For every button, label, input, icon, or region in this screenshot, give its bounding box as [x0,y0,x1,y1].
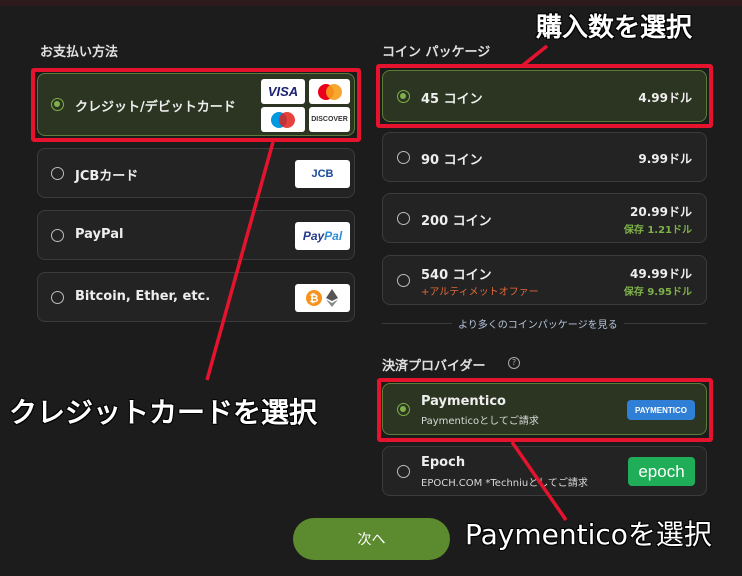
payment-option-label: Bitcoin, Ether, etc. [75,289,211,304]
radio-off-icon[interactable] [51,291,64,304]
coin-package-label: 90 コイン [421,153,483,168]
coin-packages-title: コイン パッケージ [382,45,491,60]
radio-off-icon[interactable] [51,229,64,242]
paypal-logo-icon: PayPal [295,222,350,250]
payment-option-label: PayPal [75,227,124,242]
coin-package-price: 9.99ドル [638,152,692,166]
svg-text:₿: ₿ [309,292,318,305]
callout-line-quantity [520,44,549,68]
paypal-logo-part: Pay [302,229,325,243]
provider-paymentico[interactable]: Paymentico Paymenticoとしてご請求 PAYMENTICO [382,383,707,435]
epoch-logo-icon: epoch [628,457,695,486]
more-packages-link[interactable]: より多くのコインパッケージを見る [452,316,624,331]
payment-methods-title: お支払い方法 [40,45,119,60]
radio-off-icon[interactable] [397,465,410,478]
payment-option-label: クレジット/デビットカード [75,100,236,115]
providers-title: 決済プロバイダー [382,359,486,374]
paypal-logo-text: PayPal [303,229,342,243]
visa-logo-icon: VISA [261,79,305,104]
provider-billing-text: Paymenticoとしてご請求 [421,416,539,427]
provider-label: Paymentico [421,394,506,409]
provider-billing-text: EPOCH.COM *Techniuとしてご請求 [421,478,588,489]
radio-off-icon[interactable] [397,151,410,164]
payment-option-jcb[interactable]: JCBカード JCB [37,148,355,198]
payment-option-credit-card[interactable]: クレジット/デビットカード VISA DISCOVER [37,73,355,136]
coin-package-200[interactable]: 200 コイン 20.99ドル 保存 1.21ドル [382,193,707,243]
jcb-logo-icon: JCB [295,160,350,188]
crypto-logos-icon: ₿ [295,284,350,312]
radio-off-icon[interactable] [397,274,410,287]
coin-package-540[interactable]: 540 コイン +アルティメットオファー 49.99ドル 保存 9.95ドル [382,255,707,305]
payment-option-crypto[interactable]: Bitcoin, Ether, etc. ₿ [37,272,355,322]
coin-package-label: 200 コイン [421,214,492,229]
callout-paymentico: Paymenticoを選択 [465,518,712,551]
coin-package-price: 20.99ドル [630,205,692,219]
coin-package-price: 49.99ドル [630,267,692,281]
callout-credit-card: クレジットカードを選択 [9,396,318,429]
help-icon[interactable]: ? [508,357,520,369]
coin-package-label: 45 コイン [421,92,483,107]
payment-option-paypal[interactable]: PayPal PayPal [37,210,355,260]
radio-on-icon[interactable] [397,403,410,416]
coin-package-save: 保存 9.95ドル [623,287,692,298]
radio-on-icon[interactable] [51,98,64,111]
next-button[interactable]: 次へ [293,518,450,560]
radio-off-icon[interactable] [51,167,64,180]
coin-package-90[interactable]: 90 コイン 9.99ドル [382,132,707,182]
radio-off-icon[interactable] [397,212,410,225]
provider-epoch[interactable]: Epoch EPOCH.COM *Techniuとしてご請求 epoch [382,446,707,496]
visa-logo-text: VISA [267,84,299,99]
paypal-logo-part: Pal [324,229,343,243]
coin-package-save: 保存 1.21ドル [623,225,692,236]
discover-logo-text: DISCOVER [311,116,348,123]
ultimate-offer-text: +アルティメットオファー [421,287,539,298]
paymentico-logo-icon: PAYMENTICO [627,400,695,420]
coin-package-label: 540 コイン [421,268,492,283]
top-strip [0,0,742,6]
callout-quantity: 購入数を選択 [536,13,693,43]
jcb-logo-text: JCB [311,168,334,180]
maestro-logo-icon [261,107,305,132]
discover-logo-icon: DISCOVER [309,107,350,132]
coin-package-price: 4.99ドル [638,91,692,105]
provider-label: Epoch [421,455,466,470]
payment-option-label: JCBカード [75,169,139,184]
coin-package-45[interactable]: 45 コイン 4.99ドル [382,70,707,122]
radio-on-icon[interactable] [397,90,410,103]
mastercard-logo-icon [309,79,350,104]
